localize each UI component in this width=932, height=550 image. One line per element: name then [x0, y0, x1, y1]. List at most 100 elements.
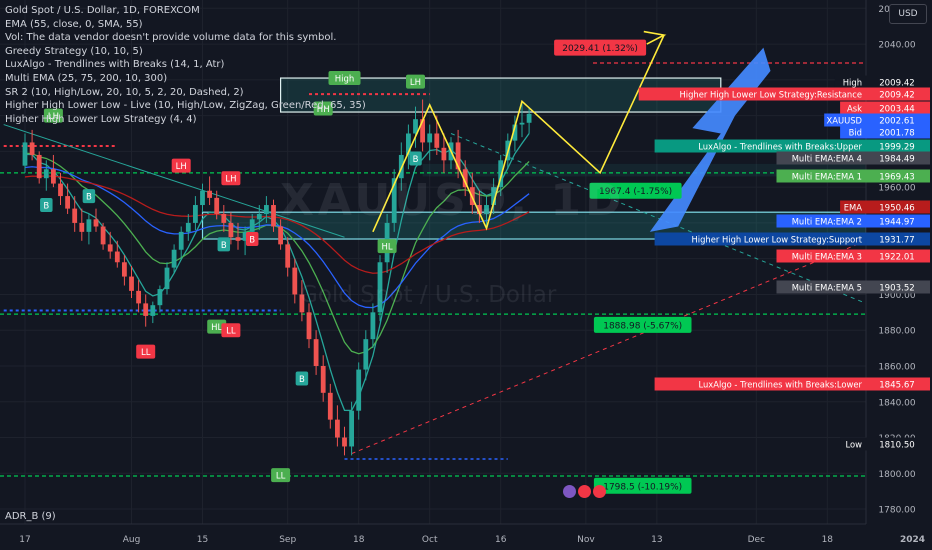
time-tick: 13 — [651, 535, 662, 545]
candle-body — [342, 437, 347, 447]
pivot-labels: LHBBLLLHHLBLHBLLLLBHHHigh LHHLB — [40, 71, 425, 483]
legend-entry[interactable]: Higher High Lower Low - Live (10, High/L… — [5, 99, 366, 113]
candle-body — [143, 303, 149, 316]
currency-button[interactable]: USD — [889, 4, 927, 24]
candle-body — [207, 190, 212, 198]
candle-body — [29, 142, 35, 155]
price-label-name: High — [843, 77, 862, 87]
price-label: Bid 2001.78 — [840, 125, 930, 139]
time-tick: 18 — [822, 535, 834, 545]
candle-body — [200, 190, 205, 206]
flag-icon[interactable] — [593, 485, 606, 498]
legend-entry[interactable]: SR 2 (10, High/Low, 20, 10, 5, 2, 20, Da… — [5, 86, 366, 100]
time-tick: 17 — [19, 535, 30, 545]
price-label: XAUUSD 2002.61 — [824, 113, 930, 127]
pivot-text: HL — [382, 243, 393, 253]
legend-entry[interactable]: Higher High Lower Low Strategy (4, 4) — [5, 113, 366, 127]
price-label-value: 2003.44 — [879, 104, 915, 114]
candle-body — [72, 208, 78, 223]
legend-entry[interactable]: Greedy Strategy (10, 10, 5) — [5, 45, 366, 59]
annotation-text: 2029.41 (1.32%) — [562, 44, 638, 54]
price-label: Multi EMA:EMA 4 1984.49 — [776, 151, 930, 165]
projection-annotation: 2029.41 (1.32%) — [554, 39, 647, 56]
lower-trendline — [351, 240, 867, 455]
candle-body — [100, 226, 106, 245]
candle-body — [356, 369, 362, 411]
candle-body — [129, 276, 134, 291]
price-label-value: 1969.43 — [879, 172, 915, 182]
price-label: Ask 2003.44 — [840, 101, 930, 115]
price-label-name: Multi EMA:EMA 4 — [792, 153, 862, 163]
flag-icon[interactable] — [578, 485, 591, 498]
candle-body — [193, 205, 198, 223]
pivot-text: HL — [211, 323, 222, 333]
price-label-name: Higher High Lower Low Strategy:Support — [691, 234, 862, 244]
candle-body — [107, 244, 113, 252]
price-label-value: 1845.67 — [879, 380, 915, 390]
candle-body — [335, 419, 340, 438]
chart-title[interactable]: Gold Spot / U.S. Dollar, 1D, FOREXCOM — [5, 4, 366, 18]
pivot-label: B — [409, 151, 422, 166]
legend-entry[interactable]: EMA (55, close, 0, SMA, 55) — [5, 18, 366, 32]
candle-body — [427, 133, 433, 143]
candle-body — [214, 197, 220, 214]
price-label-value: 1922.01 — [879, 252, 915, 262]
time-tick: 18 — [353, 535, 365, 545]
legend-entry[interactable]: Vol: The data vendor doesn't provide vol… — [5, 31, 366, 45]
price-tick: 1800.00 — [878, 470, 915, 480]
price-label-name: Higher High Lower Low Strategy:Resistanc… — [679, 89, 862, 99]
price-label-name: LuxAlgo - Trendlines with Breaks:Upper — [698, 141, 862, 151]
indicator-legend: Gold Spot / U.S. Dollar, 1D, FOREXCOM EMA… — [5, 4, 366, 126]
time-tick: Oct — [422, 535, 438, 545]
price-label-name: LuxAlgo - Trendlines with Breaks:Lower — [698, 379, 862, 389]
price-tick: 1880.00 — [878, 327, 915, 337]
adr-indicator-label: ADR_B (9) — [5, 511, 56, 522]
candle-body — [150, 305, 156, 316]
price-label-name: EMA — [844, 202, 863, 212]
candle-body — [349, 410, 354, 447]
price-label: Multi EMA:EMA 1 1969.43 — [776, 169, 930, 183]
event-icons[interactable] — [563, 485, 606, 498]
candle-body — [36, 154, 42, 179]
price-label-name: Multi EMA:EMA 3 — [792, 251, 862, 261]
pivot-label: B — [40, 198, 53, 213]
candle-body — [264, 205, 269, 214]
projection-annotation: 1888.98 (-5.67%) — [593, 316, 692, 333]
pivot-text: B — [299, 375, 305, 385]
candle-body — [441, 147, 447, 161]
candle-body — [306, 312, 312, 340]
pivot-text: B — [221, 241, 227, 251]
candle-body — [363, 339, 369, 370]
candle-body — [58, 183, 63, 197]
candle-body — [526, 113, 532, 123]
price-label-value: 2001.78 — [879, 128, 915, 138]
pivot-text: B — [86, 193, 92, 203]
price-label-value: 2002.61 — [879, 116, 915, 126]
pivot-text: LL — [141, 348, 151, 358]
price-label: Low 1810.50 — [840, 437, 930, 451]
candle-body — [221, 213, 227, 223]
pivot-text: B — [413, 155, 419, 165]
watermark-name: Gold Spot / U.S. Dollar — [300, 282, 557, 308]
candle-body — [327, 392, 333, 420]
pivot-text: LH — [225, 175, 236, 185]
lightning-icon[interactable] — [563, 485, 576, 498]
price-label-name: Ask — [847, 103, 862, 113]
price-label-name: Multi EMA:EMA 2 — [792, 216, 862, 226]
candle-body — [164, 267, 170, 290]
price-label-name: Multi EMA:EMA 1 — [792, 171, 862, 181]
price-label-value: 1984.49 — [879, 154, 915, 164]
pivot-label: LH — [406, 74, 425, 89]
legend-entry[interactable]: LuxAlgo - Trendlines with Breaks (14, 1,… — [5, 58, 366, 72]
pivot-text: B — [43, 202, 49, 212]
candle-body — [171, 249, 177, 268]
annotation-text: 1798.5 (-10.19%) — [603, 482, 682, 492]
legend-entry[interactable]: Multi EMA (25, 75, 200, 10, 300) — [5, 72, 366, 86]
candle-body — [43, 169, 49, 179]
candle-body — [93, 219, 99, 227]
price-label-name: Low — [846, 439, 863, 449]
projection-annotation: 1798.5 (-10.19%) — [593, 477, 692, 494]
price-label: High 2009.42 — [834, 75, 930, 89]
candle-body — [434, 133, 440, 148]
price-label-value: 1999.29 — [879, 142, 915, 152]
